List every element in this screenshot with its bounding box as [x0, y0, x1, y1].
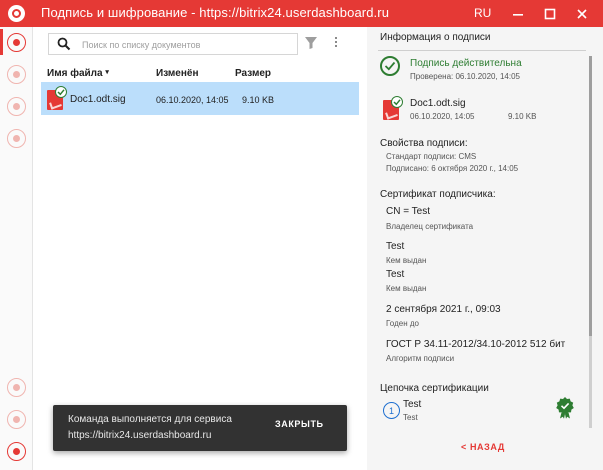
search-input[interactable]	[82, 37, 282, 52]
props-signed: Подписано: 6 октября 2020 г., 14:05	[386, 164, 519, 173]
sidebar-item-documents[interactable]	[0, 59, 33, 89]
cert-issuer2-value: Test	[386, 269, 405, 280]
search-box	[48, 33, 298, 55]
maximize-button[interactable]	[535, 0, 565, 27]
back-button[interactable]: < НАЗАД	[461, 442, 505, 452]
column-header-name-label: Имя файла	[47, 68, 103, 79]
document-icon	[7, 64, 26, 84]
chain-cert-name[interactable]: Test	[403, 399, 421, 410]
settings-icon	[7, 409, 26, 429]
file-name: Doc1.odt.sig	[70, 94, 126, 105]
cert-issuer-value: Test	[386, 241, 405, 252]
column-header-size[interactable]: Размер	[235, 68, 271, 79]
checked-timestamp: Проверена: 06.10.2020, 14:05	[410, 72, 520, 81]
contacts-icon	[7, 128, 26, 148]
snackbar: Команда выполняется для сервиса https://…	[53, 405, 347, 451]
window-title: Подпись и шифрование - https://bitrix24.…	[41, 5, 390, 20]
certificate-icon	[7, 96, 26, 116]
divider	[378, 50, 586, 51]
signature-status: Подпись действительна	[410, 58, 522, 69]
chain-title: Цепочка сертификации	[380, 383, 489, 394]
file-modified: 06.10.2020, 14:05	[156, 95, 229, 105]
cert-title: Сертификат подписчика:	[380, 189, 496, 200]
table-row[interactable]: Doc1.odt.sig 06.10.2020, 14:05 9.10 KB	[41, 82, 359, 115]
minimize-button[interactable]	[503, 0, 533, 27]
valid-check-icon	[380, 56, 400, 76]
props-title: Свойства подписи:	[380, 138, 468, 149]
sidebar-item-contacts[interactable]	[0, 123, 33, 153]
signed-document-icon	[383, 96, 403, 120]
snackbar-message: Команда выполняется для сервиса	[68, 414, 232, 425]
info-panel-title: Информация о подписи	[380, 32, 491, 43]
sidebar-item-logout[interactable]	[0, 436, 33, 466]
minimize-icon	[513, 13, 523, 16]
language-switch[interactable]: RU	[474, 6, 491, 20]
sidebar-item-certificates[interactable]	[0, 91, 33, 121]
sidebar-item-cloud[interactable]	[0, 372, 33, 402]
cert-owner-value: CN = Test	[386, 206, 430, 217]
cert-algorithm-value: ГОСТ Р 34.11-2012/34.10-2012 512 бит	[386, 339, 566, 350]
snackbar-close-button[interactable]: ЗАКРЫТЬ	[275, 419, 324, 429]
cert-owner-label: Владелец сертификата	[386, 222, 474, 231]
close-window-button[interactable]	[567, 0, 597, 27]
maximize-icon	[544, 8, 556, 19]
trusted-award-icon	[556, 397, 574, 419]
signature-icon	[7, 32, 26, 52]
filter-icon[interactable]	[304, 36, 318, 50]
signed-document-icon	[47, 86, 67, 110]
logout-icon	[7, 441, 26, 461]
info-file-name: Doc1.odt.sig	[410, 98, 466, 109]
search-icon	[57, 37, 71, 51]
sidebar	[0, 27, 33, 470]
cert-issuer2-label: Кем выдан	[386, 284, 427, 293]
column-header-modified[interactable]: Изменён	[156, 68, 199, 79]
cert-algorithm-label: Алгоритм подписи	[386, 354, 455, 363]
chain-level-badge: 1	[383, 402, 400, 419]
close-icon	[577, 8, 587, 19]
cert-valid-until-label: Годен до	[386, 319, 419, 328]
snackbar-service-url: https://bitrix24.userdashboard.ru	[68, 430, 212, 441]
file-size: 9.10 KB	[242, 95, 275, 105]
column-header-name[interactable]: Имя файла ▾	[47, 68, 109, 79]
app-logo-icon	[0, 0, 33, 27]
sidebar-item-settings[interactable]	[0, 404, 33, 434]
props-standard: Стандарт подписи: CMS	[386, 152, 477, 161]
chain-cert-sub: Test	[403, 413, 418, 422]
more-options-button[interactable]	[335, 37, 337, 47]
info-file-size: 9.10 KB	[508, 112, 537, 121]
scrollbar-thumb[interactable]	[589, 56, 592, 336]
cert-valid-until-value: 2 сентября 2021 г., 09:03	[386, 304, 501, 315]
cert-issuer-label: Кем выдан	[386, 256, 427, 265]
sidebar-item-signature[interactable]	[0, 27, 33, 57]
info-file-date: 06.10.2020, 14:05	[410, 112, 475, 121]
title-bar: Подпись и шифрование - https://bitrix24.…	[0, 0, 603, 27]
cloud-icon	[7, 377, 26, 397]
sort-arrow-icon: ▾	[105, 69, 109, 76]
